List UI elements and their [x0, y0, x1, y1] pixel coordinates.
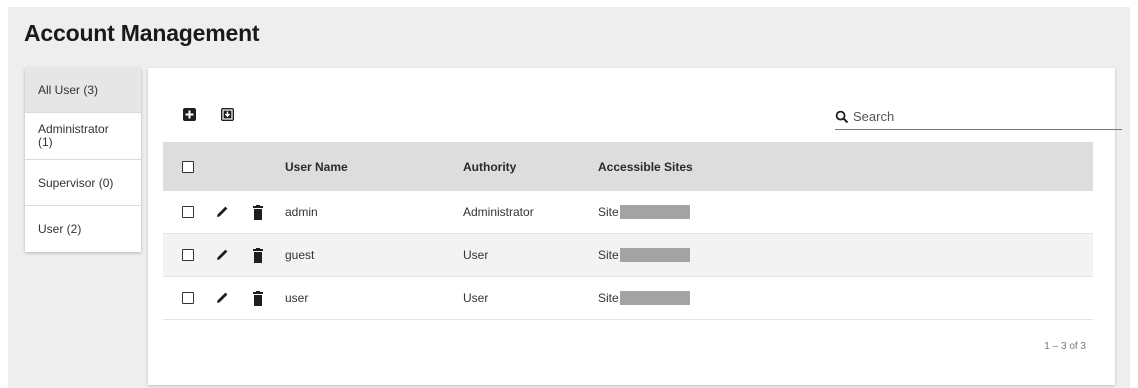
- add-user-button[interactable]: [183, 108, 196, 121]
- table-row: guest User Site: [163, 234, 1093, 277]
- row-checkbox[interactable]: [182, 292, 194, 304]
- row-checkbox[interactable]: [182, 249, 194, 261]
- row-checkbox[interactable]: [182, 206, 194, 218]
- edit-user-button[interactable]: [216, 205, 229, 221]
- redacted-site-name: [619, 291, 690, 306]
- table-row: user User Site: [163, 277, 1093, 320]
- column-header-username[interactable]: User Name: [285, 160, 348, 174]
- authority-cell: User: [463, 291, 489, 305]
- sidebar-item-label: Administrator (1): [38, 122, 109, 149]
- user-table: User Name Authority Accessible Sites adm…: [163, 142, 1093, 320]
- authority-cell: User: [463, 248, 489, 262]
- user-filter-sidebar: All User (3) Administrator (1) Superviso…: [25, 68, 141, 252]
- site-prefix: Site: [598, 247, 619, 262]
- sidebar-item-administrator[interactable]: Administrator (1): [25, 113, 141, 160]
- edit-user-button[interactable]: [216, 291, 229, 307]
- edit-pencil-icon: [217, 249, 228, 260]
- column-header-authority[interactable]: Authority: [463, 160, 516, 174]
- delete-user-button[interactable]: [252, 248, 264, 266]
- search-icon: [835, 110, 849, 123]
- delete-user-button[interactable]: [252, 205, 264, 223]
- sidebar-item-label: User (2): [38, 222, 82, 236]
- table-row: admin Administrator Site: [163, 191, 1093, 234]
- account-list-card: User Name Authority Accessible Sites adm…: [148, 68, 1122, 385]
- sidebar-item-all-users[interactable]: All User (3): [25, 68, 141, 113]
- search-box: [835, 104, 1122, 130]
- import-box-icon: [222, 109, 233, 120]
- delete-user-button[interactable]: [252, 291, 264, 309]
- username-cell: user: [285, 291, 309, 305]
- authority-cell: Administrator: [463, 205, 534, 219]
- accessible-sites-cell: Site: [598, 248, 690, 263]
- add-box-icon: [185, 110, 194, 119]
- sidebar-item-user[interactable]: User (2): [25, 206, 141, 252]
- edit-pencil-icon: [217, 206, 228, 217]
- delete-trash-icon: [253, 291, 263, 306]
- import-users-button[interactable]: [221, 108, 234, 121]
- username-cell: admin: [285, 205, 318, 219]
- accessible-sites-cell: Site: [598, 291, 690, 306]
- redacted-site-name: [619, 205, 690, 220]
- edit-user-button[interactable]: [216, 248, 229, 264]
- site-prefix: Site: [598, 290, 619, 305]
- site-prefix: Site: [598, 204, 619, 219]
- username-cell: guest: [285, 248, 315, 262]
- page-title: Account Management: [24, 20, 260, 46]
- edit-pencil-icon: [217, 292, 228, 303]
- sidebar-item-supervisor[interactable]: Supervisor (0): [25, 160, 141, 206]
- table-header: User Name Authority Accessible Sites: [163, 142, 1093, 191]
- delete-trash-icon: [253, 248, 263, 263]
- redacted-site-name: [619, 248, 690, 263]
- column-header-accessible-sites[interactable]: Accessible Sites: [598, 160, 693, 174]
- pagination-range: 1 – 3 of 3: [1044, 341, 1086, 352]
- delete-trash-icon: [253, 205, 263, 220]
- search-input[interactable]: [853, 109, 1093, 124]
- sidebar-item-label: All User (3): [38, 83, 99, 97]
- accessible-sites-cell: Site: [598, 205, 690, 220]
- sidebar-item-label: Supervisor (0): [38, 175, 114, 190]
- select-all-checkbox[interactable]: [182, 160, 194, 173]
